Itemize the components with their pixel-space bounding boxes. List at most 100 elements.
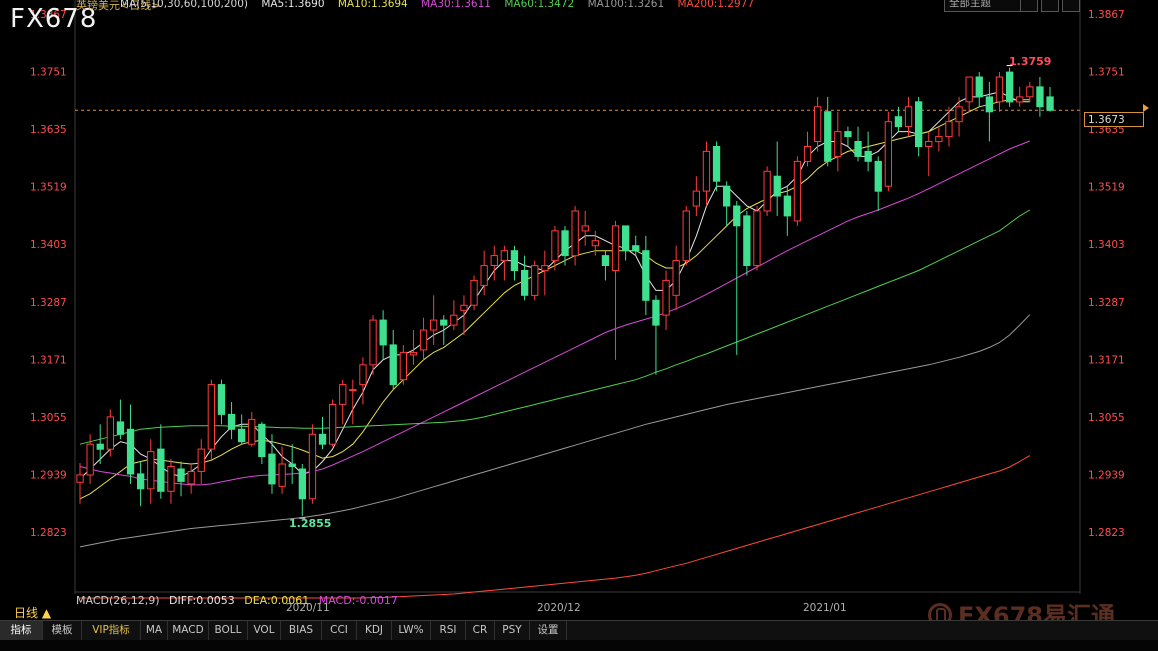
y-tick-label-right: 1.3867 bbox=[1088, 9, 1125, 21]
candle-up bbox=[359, 364, 367, 386]
tab-vol[interactable]: VOL bbox=[248, 621, 281, 640]
y-tick-label-left: 1.3055 bbox=[30, 412, 67, 424]
y-tick-label-right: 1.2823 bbox=[1088, 527, 1125, 539]
candle-up bbox=[955, 106, 963, 123]
tab-template[interactable]: 模板 bbox=[43, 621, 82, 640]
tab-bias[interactable]: BIAS bbox=[281, 621, 322, 640]
candle-up bbox=[349, 389, 357, 392]
tab-cr[interactable]: CR bbox=[466, 621, 495, 640]
candle-down bbox=[743, 215, 751, 266]
candle-down bbox=[137, 473, 145, 490]
y-tick-label-right: 1.3403 bbox=[1088, 239, 1125, 251]
candlestick-chart[interactable]: 1.3867 1.38671.3751 1.37511.3635 1.36351.35… bbox=[0, 0, 1158, 651]
tab-indicators[interactable]: 指标 bbox=[0, 621, 43, 640]
y-tick-label-left: 1.2939 bbox=[30, 469, 67, 481]
tab-cci[interactable]: CCI bbox=[322, 621, 357, 640]
candle-down bbox=[258, 423, 266, 458]
candle-up bbox=[369, 319, 377, 366]
candle-up bbox=[551, 230, 559, 262]
ma5-value: MA5:1.3690 bbox=[261, 0, 325, 10]
candle-down bbox=[773, 175, 781, 197]
candle-up bbox=[450, 314, 458, 326]
candle-down bbox=[894, 116, 903, 128]
y-tick-label-right: 1.3519 bbox=[1088, 182, 1125, 194]
candle-down bbox=[238, 428, 246, 443]
candle-up bbox=[308, 433, 317, 500]
high-annotation: 1.3759 bbox=[1009, 55, 1052, 68]
candle-up bbox=[591, 240, 600, 247]
candle-up bbox=[207, 384, 215, 450]
candle-down bbox=[521, 270, 529, 296]
candle-up bbox=[1016, 96, 1024, 103]
y-tick-label-left: 1.3519 bbox=[30, 182, 67, 194]
tab-ma[interactable]: MA bbox=[141, 621, 168, 640]
y-tick-label-right: 1.3287 bbox=[1088, 297, 1125, 309]
period-selector[interactable]: 日线 ▲ bbox=[14, 604, 51, 621]
tab-boll[interactable]: BOLL bbox=[209, 621, 248, 640]
tab-macd[interactable]: MACD bbox=[168, 621, 209, 640]
candle-down bbox=[177, 468, 185, 482]
macd-diff: DIFF:0.0053 bbox=[169, 594, 235, 607]
candle-up bbox=[399, 351, 408, 381]
current-price-tag: 1.3673 bbox=[1084, 112, 1144, 127]
candle-up bbox=[248, 418, 256, 445]
tab-vip-indicators[interactable]: VIP指标 bbox=[82, 621, 141, 640]
tab-lw[interactable]: LW% bbox=[392, 621, 431, 640]
candle-down bbox=[733, 205, 741, 227]
candle-up bbox=[480, 265, 488, 286]
candle-down bbox=[642, 250, 650, 301]
tab-settings[interactable]: 设置 bbox=[530, 621, 567, 640]
y-tick-label-left: 1.3403 bbox=[30, 239, 67, 251]
candle-up bbox=[834, 131, 842, 157]
candle-down bbox=[116, 421, 125, 435]
candle-up bbox=[106, 416, 114, 450]
candle-down bbox=[510, 250, 519, 271]
price-arrow-icon bbox=[1143, 104, 1149, 112]
candle-up bbox=[935, 136, 943, 143]
y-tick-label-right: 1.3751 bbox=[1088, 67, 1125, 79]
date-label: 2020/11 bbox=[286, 602, 330, 614]
candle-down bbox=[389, 344, 397, 386]
low-annotation: 1.2855 bbox=[289, 517, 332, 530]
candle-up bbox=[187, 471, 195, 485]
candle-down bbox=[379, 319, 387, 346]
candle-up bbox=[904, 106, 913, 128]
candle-up bbox=[500, 250, 509, 262]
candle-down bbox=[440, 319, 448, 326]
candle-up bbox=[995, 76, 1004, 103]
y-tick-label-left: 1.3635 bbox=[30, 124, 67, 136]
candle-down bbox=[783, 195, 792, 217]
candle-down bbox=[632, 245, 640, 252]
date-label: 2021/01 bbox=[803, 602, 847, 614]
tab-rsi[interactable]: RSI bbox=[431, 621, 466, 640]
y-tick-label-left: 1.2823 bbox=[30, 527, 67, 539]
candle-up bbox=[925, 141, 933, 147]
grid-button[interactable] bbox=[1041, 0, 1059, 12]
topic-filter-select[interactable]: 全部主题 bbox=[944, 0, 1022, 12]
candle-up bbox=[86, 443, 94, 476]
tab-kdj[interactable]: KDJ bbox=[357, 621, 392, 640]
candle-down bbox=[844, 131, 852, 138]
candle-up bbox=[419, 329, 428, 351]
candle-up bbox=[278, 463, 286, 487]
candle-up bbox=[470, 279, 478, 306]
window-button[interactable] bbox=[1062, 0, 1080, 12]
candle-down bbox=[975, 76, 983, 98]
candle-up bbox=[945, 121, 953, 138]
candle-down bbox=[126, 428, 135, 475]
candle-up bbox=[76, 474, 84, 483]
y-tick-label-left: 1.3751 bbox=[30, 67, 67, 79]
ma-params: MA(5,10,30,60,100,200) bbox=[120, 0, 248, 10]
candle-down bbox=[157, 448, 165, 492]
ma10-value: MA10:1.3694 bbox=[337, 0, 408, 10]
layout-button[interactable] bbox=[1020, 0, 1038, 12]
candle-down bbox=[217, 384, 226, 415]
candle-down bbox=[1036, 86, 1044, 108]
candle-down bbox=[96, 443, 104, 450]
candle-up bbox=[763, 170, 771, 212]
candle-down bbox=[864, 150, 872, 162]
candle-down bbox=[915, 101, 923, 148]
ma-line-ma200 bbox=[80, 455, 1031, 599]
tab-psy[interactable]: PSY bbox=[495, 621, 530, 640]
candle-up bbox=[541, 265, 549, 272]
